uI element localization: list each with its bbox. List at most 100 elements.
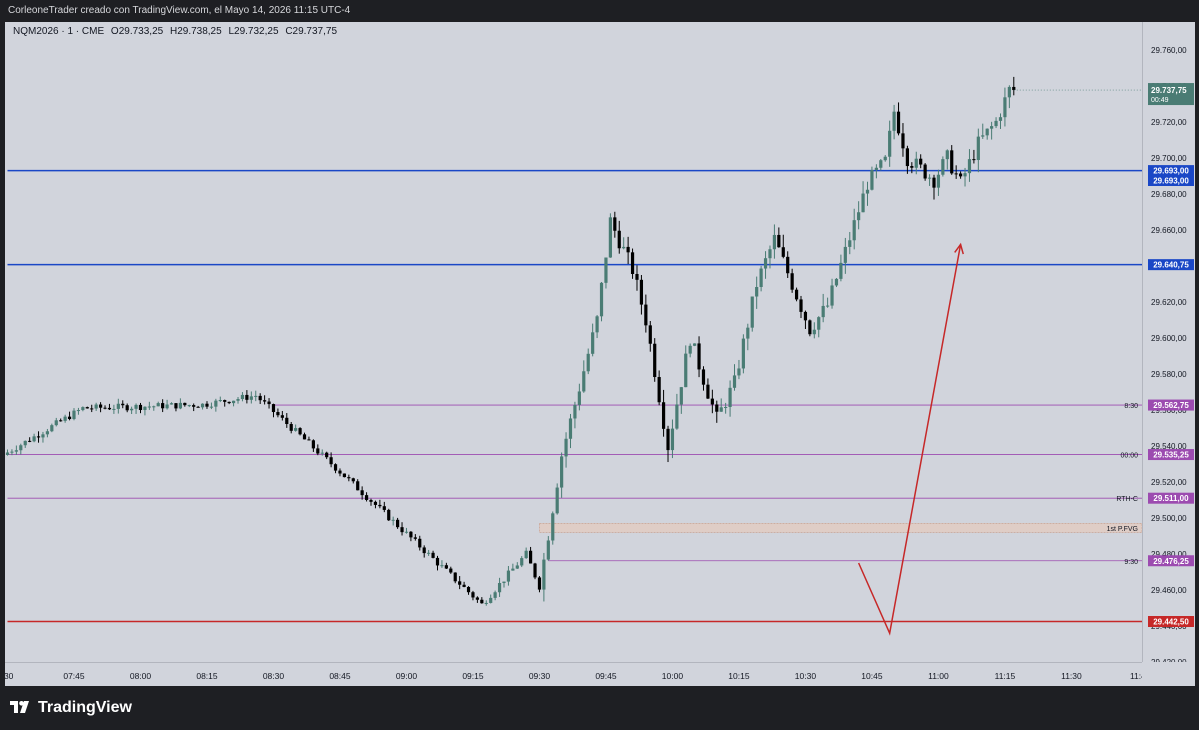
candle-body — [218, 400, 222, 402]
candle-body — [537, 577, 542, 590]
symbol-name[interactable]: NQM2026 · 1 · CME — [13, 26, 104, 37]
candle-body — [635, 273, 639, 280]
level-price-label: 29.562,75 — [1153, 401, 1189, 410]
candle-body — [857, 212, 861, 221]
candle-body — [192, 405, 196, 407]
candle-body — [50, 425, 54, 432]
footer-bar: TradingView — [0, 686, 1199, 730]
level-price-label: 29.640,75 — [1153, 261, 1189, 270]
candle-body — [76, 410, 81, 412]
time-tick-label: 10:30 — [795, 671, 817, 681]
time-tick-label: 11:15 — [995, 671, 1016, 681]
time-tick-label: 09:30 — [529, 671, 551, 681]
candle-body — [23, 440, 27, 446]
candle-body — [422, 547, 426, 554]
arrow-path — [857, 244, 962, 636]
time-axis-svg: :30 07:45 08:00 08:15 08:30 08:45 09:00 09:15 09… — [2, 671, 1147, 681]
time-tick-label: 08:15 — [196, 671, 218, 681]
price-axis[interactable]: 29.760,0029.740,0029.720,0029.700,0029.6… — [1142, 22, 1196, 667]
candle-body — [289, 424, 293, 431]
chart-plot-area[interactable]: 1st P.FVG 8:30 00:00 RTH-C 9:30 NQM2026 · 1 … — [5, 22, 1142, 662]
current-price-label: 29.737,75 — [1151, 86, 1187, 95]
candle-body — [90, 408, 94, 410]
candle-body — [582, 371, 586, 392]
candle-body — [551, 513, 555, 541]
candle-body — [338, 470, 342, 474]
time-axis[interactable]: :30 07:45 08:00 08:15 08:30 08:45 09:00 09:15 09… — [2, 662, 1147, 687]
candle-body — [826, 305, 830, 307]
level-tag: 8:30 — [1124, 403, 1138, 410]
fvg-label: 1st P.FVG — [1107, 526, 1138, 533]
candle-body — [750, 296, 754, 328]
candle-body — [706, 384, 710, 399]
candle-body — [542, 559, 546, 590]
candle-body — [834, 278, 839, 286]
candle-body — [19, 445, 23, 451]
candle-body — [231, 400, 236, 404]
candle-body — [515, 565, 519, 569]
candle-body — [205, 403, 209, 407]
candle-body — [209, 406, 214, 408]
candle-body — [107, 407, 112, 410]
time-tick-label: 11:00 — [928, 671, 949, 681]
time-tick-label: :30 — [5, 671, 14, 681]
price-tick-label: 29.460,00 — [1151, 586, 1187, 595]
candle-body — [236, 399, 240, 401]
attribution-bar: CorleoneTrader creado con TradingView.co… — [0, 0, 1199, 22]
candle-body — [613, 217, 617, 231]
candle-body — [573, 404, 577, 419]
candle-body — [719, 407, 723, 412]
candle-body — [10, 451, 14, 453]
candle-body — [347, 477, 351, 479]
candle-body — [595, 316, 599, 333]
candle-body — [72, 410, 76, 420]
candle-body — [599, 282, 604, 317]
level-tag: RTH-C — [1116, 496, 1138, 503]
candle-body — [489, 597, 493, 603]
candle-body — [130, 408, 134, 411]
candle-body — [653, 343, 657, 378]
candle-body — [679, 387, 683, 405]
candle-body — [187, 405, 191, 407]
candle-body — [435, 557, 440, 566]
time-tick-label: 08:30 — [263, 671, 285, 681]
candle-body — [936, 174, 941, 188]
candle-body — [865, 189, 870, 194]
candle-body — [577, 391, 581, 405]
candle-body — [302, 434, 307, 440]
candle-body — [520, 558, 524, 566]
candle-body — [258, 395, 262, 401]
candle-body — [223, 400, 227, 402]
candle-body — [932, 177, 936, 188]
candle-body — [502, 581, 506, 584]
candle-body — [945, 150, 949, 160]
time-tick-label: 08:00 — [130, 671, 152, 681]
candle-body — [329, 457, 333, 465]
candle-body — [36, 436, 41, 438]
candle-body — [418, 538, 422, 548]
candle-body — [608, 217, 612, 258]
candle-body — [790, 273, 794, 290]
candle-body — [732, 375, 737, 388]
candle-body — [453, 572, 457, 582]
candle-body — [564, 438, 568, 457]
countdown-label: 00:49 — [1151, 97, 1169, 104]
candle-body — [892, 111, 896, 131]
candle-body — [560, 456, 564, 488]
candle-body — [954, 173, 958, 175]
candle-body — [670, 428, 675, 451]
price-tick-label: 29.680,00 — [1151, 190, 1187, 199]
candle-body — [32, 436, 36, 442]
candle-body — [919, 158, 923, 165]
candle-body — [276, 412, 280, 416]
candle-body — [94, 404, 98, 409]
level-price-label: 29.693,00 — [1153, 177, 1189, 186]
candle-body — [67, 416, 72, 420]
candle-body — [781, 247, 785, 257]
candle-body — [817, 317, 821, 330]
candle-body — [617, 230, 621, 249]
candle-body — [54, 420, 58, 426]
candle-body — [263, 400, 267, 402]
candle-body — [994, 120, 998, 127]
tradingview-logo[interactable]: TradingView — [10, 698, 132, 718]
